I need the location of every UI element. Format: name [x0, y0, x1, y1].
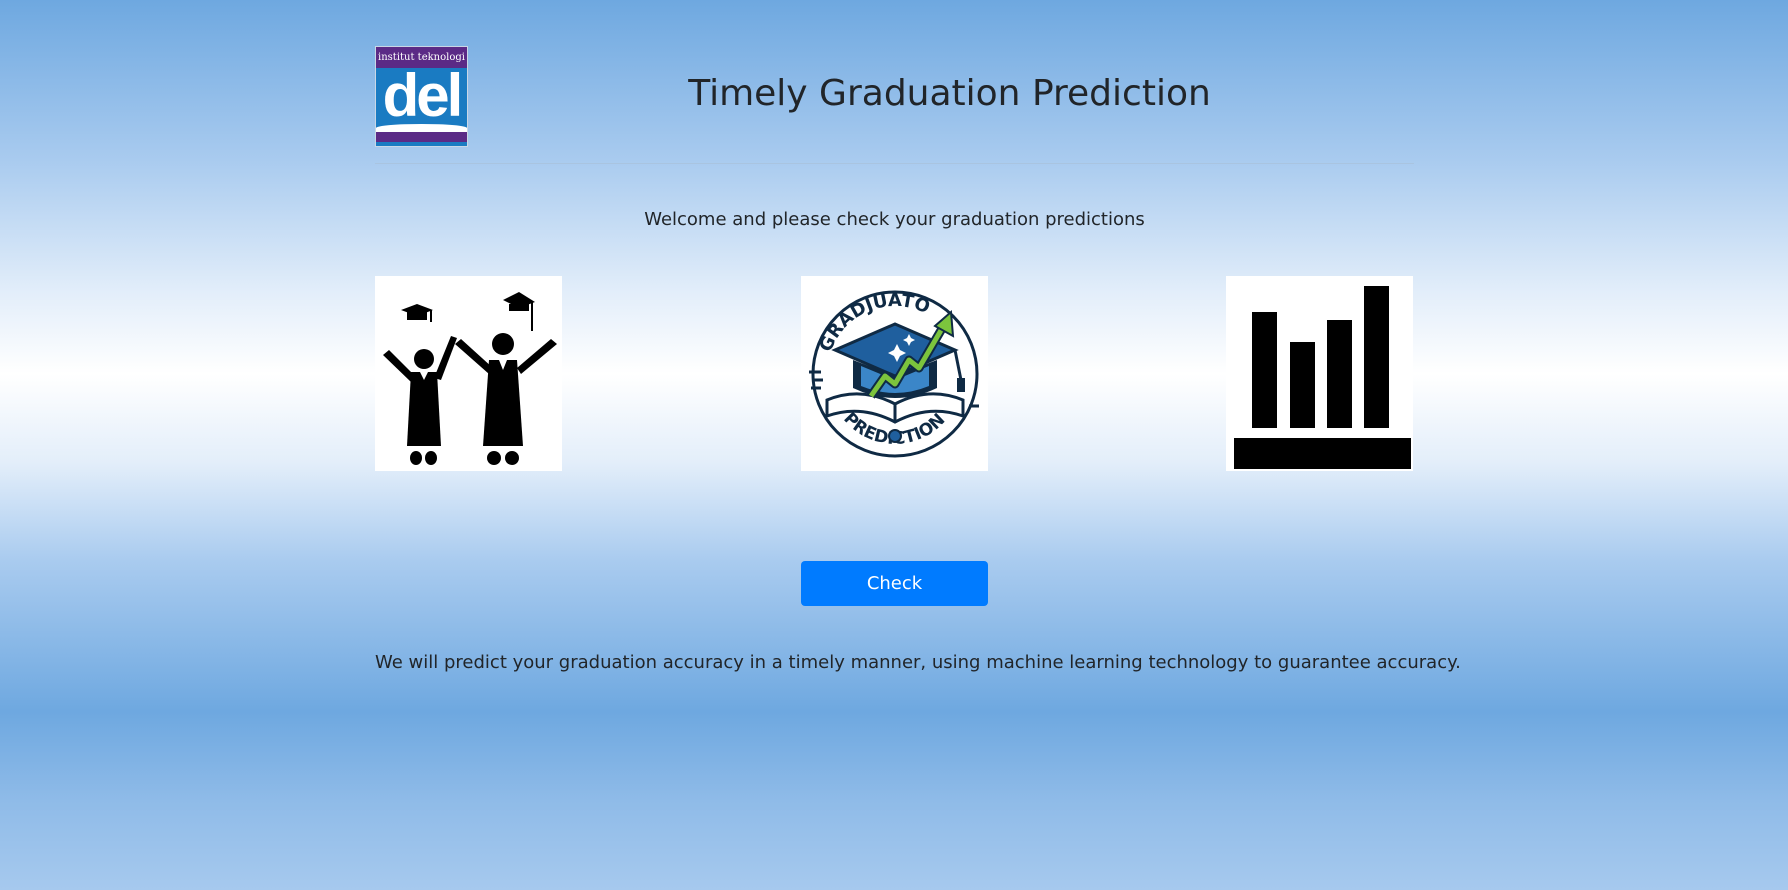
- graduates-celebrating-icon: [383, 292, 557, 465]
- welcome-text: Welcome and please check your graduation…: [644, 209, 1145, 230]
- page-title: Timely Graduation Prediction: [688, 73, 1211, 114]
- graduation-prediction-image: GRADJUATO PREDICTION: [801, 276, 988, 471]
- bar-chart-icon: [1234, 286, 1411, 469]
- logo-bottom: [376, 142, 467, 146]
- graduation-prediction-badge: GRADJUATO PREDICTION: [809, 290, 979, 458]
- check-button[interactable]: Check: [801, 561, 988, 606]
- page-container: institut teknologi del Timely Graduation…: [375, 0, 1461, 673]
- header: institut teknologi del Timely Graduation…: [375, 0, 1414, 164]
- graduates-celebrating-image: [375, 276, 562, 471]
- description-text: We will predict your graduation accuracy…: [375, 652, 1461, 673]
- bar-chart-image: [1226, 276, 1413, 471]
- logo-wave: [376, 124, 467, 132]
- logo-band: [376, 132, 467, 142]
